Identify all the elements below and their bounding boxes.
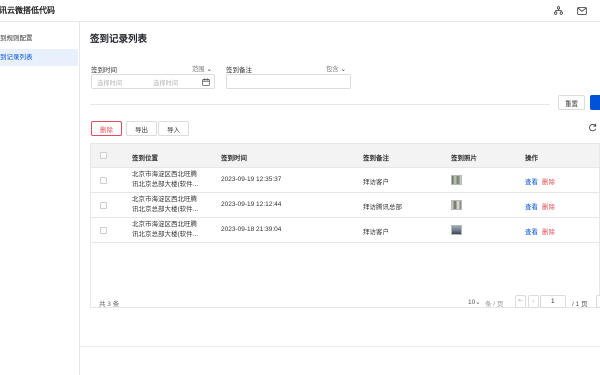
table-row: 北京市海淀区西北旺腾 讯北京总部大楼(软件... 2023-09-19 12:1… <box>91 193 599 218</box>
note-filter-label: 签到备注 <box>226 67 252 74</box>
location-line: 讯北京总部大楼(软件... <box>132 206 199 213</box>
page-title: 签到记录列表 <box>90 34 148 45</box>
prev-page-button[interactable]: ‹ <box>528 295 539 308</box>
time-cell: 2023-09-18 21:39:04 <box>221 226 282 233</box>
first-page-button[interactable]: ⇤ <box>515 295 526 308</box>
chevron-down-icon: ⌄ <box>340 66 346 73</box>
total-count: 共 3 条 <box>99 301 120 308</box>
search-button[interactable] <box>590 95 600 110</box>
note-cell: 拜访客户 <box>363 179 389 186</box>
view-link[interactable]: 查看 <box>525 226 538 236</box>
refresh-icon[interactable] <box>588 123 597 134</box>
note-cell: 拜访客户 <box>363 229 389 236</box>
time-filter-label: 签到时间 <box>91 67 117 74</box>
top-bar: 讯云微搭低代码 <box>0 0 600 22</box>
column-header-actions: 操作 <box>525 155 538 162</box>
chevron-down-icon: ⌄ <box>206 66 212 73</box>
page-size-suffix: 条 / 页 <box>485 301 504 308</box>
photo-thumbnail[interactable] <box>451 175 462 185</box>
delete-button[interactable]: 删除 <box>91 121 122 136</box>
next-page-button[interactable]: › <box>596 295 600 308</box>
sidebar-item-checkin-records[interactable]: 到记录列表 <box>0 49 78 66</box>
start-time-placeholder: 选择时间 <box>97 80 123 87</box>
time-range-picker[interactable]: 选择时间 选择时间 <box>91 74 215 89</box>
location-cell: 北京市海淀区西北旺腾 讯北京总部大楼(软件... <box>132 195 198 215</box>
column-header-photo: 签到照片 <box>451 155 477 162</box>
location-line: 北京市海淀区西北旺腾 <box>132 221 197 228</box>
records-table: 签到位置 签到时间 签到备注 签到照片 操作 北京市海淀区西北旺腾 讯北京总部大… <box>90 143 600 308</box>
column-header-time: 签到时间 <box>221 155 247 162</box>
view-link[interactable]: 查看 <box>525 176 538 186</box>
location-cell: 北京市海淀区西北旺腾 讯北京总部大楼(软件... <box>132 170 198 190</box>
view-link[interactable]: 查看 <box>525 201 538 211</box>
select-all-checkbox[interactable] <box>100 152 107 159</box>
row-delete-link[interactable]: 删除 <box>542 201 555 211</box>
time-cell: 2023-09-19 12:12:44 <box>221 201 282 208</box>
time-cell: 2023-09-19 12:35:37 <box>221 176 282 183</box>
app-title: 讯云微搭低代码 <box>0 6 55 15</box>
sidebar-item-checkin-rules[interactable]: 到规则配置 <box>0 30 78 47</box>
mail-icon[interactable] <box>576 5 587 16</box>
sitemap-icon[interactable] <box>553 5 564 16</box>
total-pages: / 1 页 <box>572 301 588 308</box>
note-input[interactable] <box>226 74 351 89</box>
row-checkbox[interactable] <box>100 227 107 234</box>
reset-button[interactable]: 重置 <box>558 95 585 110</box>
note-cell: 拜访腾讯总部 <box>363 204 402 211</box>
table-row: 北京市海淀区西北旺腾 讯北京总部大楼(软件... 2023-09-18 21:3… <box>91 218 599 243</box>
chevron-down-icon: ⌄ <box>475 299 481 306</box>
current-page: 1 <box>551 298 555 305</box>
location-line: 讯北京总部大楼(软件... <box>132 231 199 238</box>
page-size-select[interactable]: 10⌄ <box>468 298 481 306</box>
column-header-note: 签到备注 <box>363 155 389 162</box>
import-button[interactable]: 导入 <box>158 121 189 136</box>
export-button[interactable]: 导出 <box>126 121 157 136</box>
sidebar: 到规则配置 到记录列表 <box>0 22 80 375</box>
column-header-location: 签到位置 <box>132 155 158 162</box>
photo-thumbnail[interactable] <box>451 225 462 235</box>
time-filter-mode-label: 范围 <box>192 66 205 73</box>
end-time-placeholder: 选择时间 <box>153 80 179 87</box>
photo-thumbnail[interactable] <box>451 200 462 210</box>
row-checkbox[interactable] <box>100 177 107 184</box>
row-delete-link[interactable]: 删除 <box>542 176 555 186</box>
note-filter-mode[interactable]: 包含 ⌄ <box>326 64 346 73</box>
page-number-input[interactable]: 1 <box>540 295 566 308</box>
location-line: 北京市海淀区西北旺腾 <box>132 171 197 178</box>
filter-divider <box>90 104 550 105</box>
table-row: 北京市海淀区西北旺腾 讯北京总部大楼(软件... 2023-09-19 12:3… <box>91 168 599 193</box>
row-delete-link[interactable]: 删除 <box>542 226 555 236</box>
main-content: 签到记录列表 签到时间 范围 ⌄ 选择时间 选择时间 签到备注 包含 ⌄ 重置 删除… <box>80 22 600 375</box>
bottom-divider <box>80 346 600 347</box>
time-filter-mode[interactable]: 范围 ⌄ <box>192 64 212 73</box>
row-checkbox[interactable] <box>100 202 107 209</box>
location-line: 北京市海淀区西北旺腾 <box>132 196 197 203</box>
location-line: 讯北京总部大楼(软件... <box>132 181 199 188</box>
note-filter-mode-label: 包含 <box>326 66 339 73</box>
table-header: 签到位置 签到时间 签到备注 签到照片 操作 <box>91 144 599 168</box>
calendar-icon <box>202 78 210 88</box>
location-cell: 北京市海淀区西北旺腾 讯北京总部大楼(软件... <box>132 220 198 240</box>
